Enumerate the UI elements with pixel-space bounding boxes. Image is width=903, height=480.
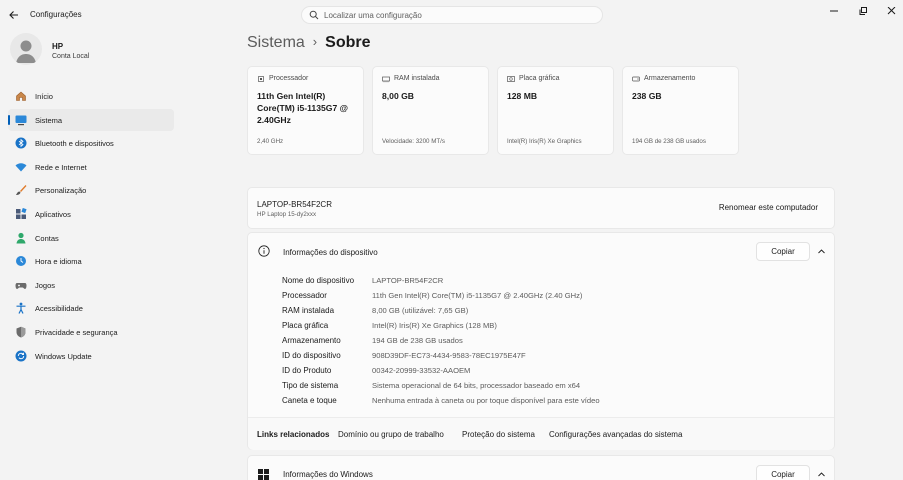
- brush-icon: [15, 184, 27, 196]
- sidebar-item-contas[interactable]: Contas: [8, 227, 174, 249]
- system-monitor-icon: [15, 114, 27, 126]
- gamepad-icon: [15, 279, 27, 291]
- search-box[interactable]: [301, 6, 603, 24]
- device-info-section: Informações do dispositivo Copiar Nome d…: [247, 232, 835, 450]
- windows-logo-icon: [258, 469, 269, 480]
- search-icon: [309, 10, 319, 20]
- chevron-up-icon[interactable]: [817, 247, 826, 256]
- title-bar: Configurações: [0, 0, 903, 30]
- link-system-protection[interactable]: Proteção do sistema: [462, 430, 535, 439]
- sidebar-item-windows-update[interactable]: Windows Update: [8, 345, 174, 367]
- device-info-header[interactable]: Informações do dispositivo Copiar: [248, 233, 834, 269]
- copy-device-info-button[interactable]: Copiar: [756, 242, 810, 261]
- profile-account-type: Conta Local: [52, 53, 90, 60]
- sidebar-item-inicio[interactable]: Início: [8, 85, 174, 107]
- device-name: LAPTOP-BR54F2CR: [257, 200, 332, 209]
- apps-icon: [15, 207, 27, 220]
- related-links-label: Links relacionados: [257, 430, 330, 439]
- user-profile[interactable]: HP Conta Local: [10, 33, 210, 69]
- profile-name: HP: [52, 42, 64, 51]
- sidebar-item-aplicativos[interactable]: Aplicativos: [8, 203, 174, 225]
- sidebar-item-personalizacao[interactable]: Personalização: [8, 179, 174, 201]
- sidebar-nav: Início Sistema Bluetooth e dispositivos …: [8, 85, 174, 368]
- gpu-icon: [507, 75, 515, 83]
- bluetooth-icon: [15, 137, 27, 149]
- accessibility-icon: [15, 302, 27, 315]
- avatar: [10, 33, 42, 65]
- spec-card-ram: RAM instalada 8,00 GB Velocidade: 3200 M…: [372, 66, 489, 155]
- spec-card-storage: Armazenamento 238 GB 194 GB de 238 GB us…: [622, 66, 739, 155]
- globe-clock-icon: [15, 255, 27, 267]
- sidebar-item-bluetooth[interactable]: Bluetooth e dispositivos: [8, 132, 174, 154]
- page-title: Sobre: [325, 34, 371, 51]
- sidebar-item-jogos[interactable]: Jogos: [8, 274, 174, 296]
- spec-card-processor: Processador 11th Gen Intel(R) Core(TM) i…: [247, 66, 364, 155]
- breadcrumb: Sistema › Sobre: [247, 34, 370, 56]
- arrow-left-icon[interactable]: [7, 8, 21, 22]
- device-model: HP Laptop 15-dy2xxx: [257, 211, 317, 218]
- copy-windows-info-button[interactable]: Copiar: [756, 465, 810, 480]
- breadcrumb-parent[interactable]: Sistema: [247, 34, 305, 51]
- shield-icon: [15, 326, 27, 338]
- minimize-icon[interactable]: [823, 4, 845, 18]
- windows-info-section: Informações do Windows Copiar: [247, 455, 835, 480]
- device-name-card: LAPTOP-BR54F2CR HP Laptop 15-dy2xxx Reno…: [247, 187, 835, 229]
- ram-icon: [382, 75, 390, 83]
- storage-icon: [632, 75, 640, 83]
- device-info-title: Informações do dispositivo: [283, 248, 378, 257]
- spec-card-graphics: Placa gráfica 128 MB Intel(R) Iris(R) Xe…: [497, 66, 614, 155]
- close-icon[interactable]: [881, 4, 903, 18]
- wifi-icon: [15, 161, 27, 173]
- related-links-row: Links relacionados Domínio ou grupo de t…: [248, 417, 834, 450]
- rename-pc-button[interactable]: Renomear este computador: [719, 203, 818, 212]
- chevron-up-icon[interactable]: [817, 470, 826, 479]
- home-icon: [15, 90, 27, 102]
- person-icon: [15, 232, 27, 244]
- windows-info-title: Informações do Windows: [283, 470, 373, 479]
- info-icon: [258, 245, 270, 257]
- cpu-icon: [257, 75, 265, 83]
- sidebar-item-acessibilidade[interactable]: Acessibilidade: [8, 297, 174, 319]
- update-icon: [15, 350, 27, 362]
- link-domain-workgroup[interactable]: Domínio ou grupo de trabalho: [338, 430, 444, 439]
- sidebar-item-sistema[interactable]: Sistema: [8, 108, 174, 131]
- search-input[interactable]: [324, 8, 594, 22]
- sidebar-item-privacidade[interactable]: Privacidade e segurança: [8, 321, 174, 343]
- breadcrumb-separator: ›: [312, 34, 318, 49]
- restore-icon[interactable]: [853, 4, 875, 18]
- app-title: Configurações: [30, 10, 82, 19]
- link-advanced-system-settings[interactable]: Configurações avançadas do sistema: [549, 430, 682, 439]
- sidebar-item-rede[interactable]: Rede e Internet: [8, 156, 174, 178]
- sidebar-item-hora-idioma[interactable]: Hora e idioma: [8, 250, 174, 272]
